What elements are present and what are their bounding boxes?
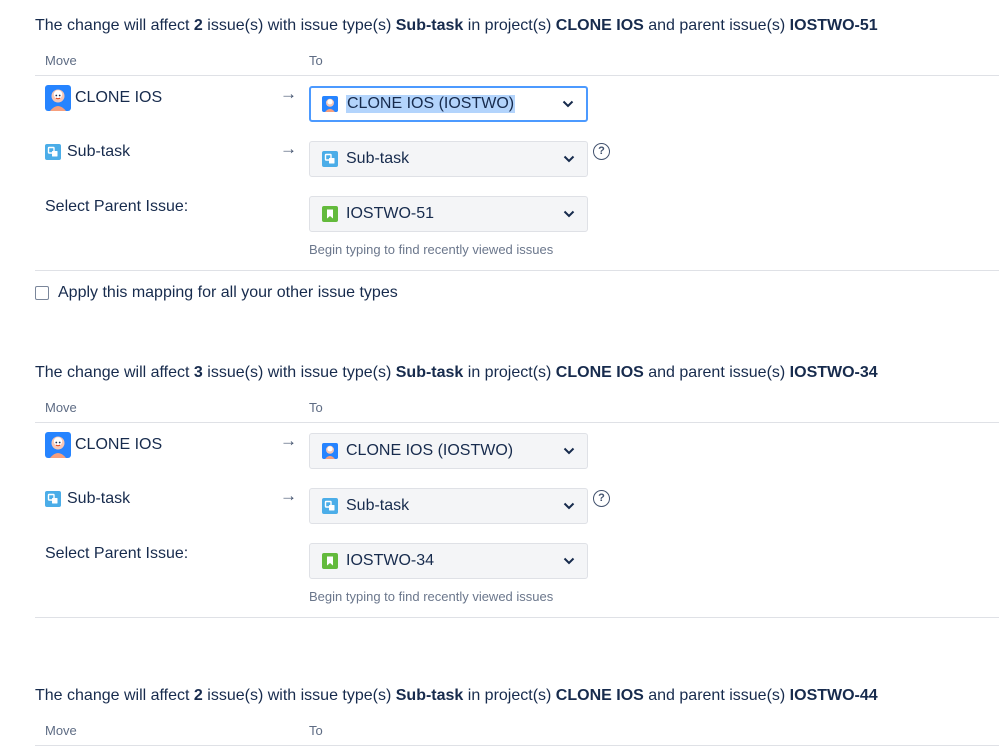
select-parent-label: Select Parent Issue: [45, 198, 189, 215]
source-issue-type: Sub-task [45, 143, 130, 161]
heading-text: The change will affect [35, 17, 194, 34]
chevron-down-icon[interactable] [563, 502, 575, 510]
source-project-label: CLONE IOS [75, 89, 163, 106]
section-divider [35, 617, 999, 618]
section-heading: The change will affect 3 issue(s) with i… [35, 364, 878, 382]
project-avatar-icon [322, 96, 338, 112]
arrow-icon: → [280, 431, 297, 450]
subtask-icon [322, 498, 338, 514]
chevron-down-icon[interactable] [562, 100, 574, 108]
heading-text: and parent issue(s) [643, 687, 790, 704]
project-avatar-icon [45, 85, 71, 111]
target-project-value: CLONE IOS (IOSTWO) [346, 95, 516, 113]
heading-text: The change will affect [35, 364, 194, 381]
heading-text: The change will affect [35, 687, 194, 704]
subtask-icon [45, 144, 61, 160]
target-project-value: CLONE IOS (IOSTWO) [346, 442, 514, 459]
heading-text: issue(s) with issue type(s) [202, 17, 396, 34]
chevron-down-icon[interactable] [563, 447, 575, 455]
apply-mapping-checkbox[interactable] [35, 286, 49, 300]
issue-type-name: Sub-task [395, 17, 464, 34]
heading-text: and parent issue(s) [643, 17, 790, 34]
target-issue-type-select[interactable]: Sub-task [309, 141, 588, 177]
issue-count: 3 [193, 364, 203, 381]
parent-issue-value: IOSTWO-34 [346, 552, 435, 569]
header-divider [35, 745, 999, 746]
project-name: CLONE IOS [555, 17, 644, 34]
source-issue-type-label: Sub-task [67, 490, 131, 507]
arrow-icon: → [280, 84, 297, 103]
chevron-down-icon[interactable] [563, 210, 575, 218]
section-heading: The change will affect 2 issue(s) with i… [35, 687, 878, 705]
parent-issue-key: IOSTWO-51 [789, 17, 878, 34]
arrow-icon: → [280, 139, 297, 158]
parent-issue-hint: Begin typing to find recently viewed iss… [309, 589, 554, 604]
section-divider [35, 270, 999, 271]
source-issue-type-label: Sub-task [67, 143, 131, 160]
column-header-move: Move [45, 400, 77, 415]
parent-issue-key: IOSTWO-34 [789, 364, 878, 381]
source-project-label: CLONE IOS [75, 436, 163, 453]
help-icon[interactable]: ? [593, 143, 610, 160]
source-project: CLONE IOS [45, 432, 162, 458]
heading-text: issue(s) with issue type(s) [202, 687, 396, 704]
column-header-to: To [309, 400, 323, 415]
arrow-icon: → [280, 486, 297, 505]
target-issue-type-value: Sub-task [346, 150, 410, 167]
parent-issue-select[interactable]: IOSTWO-34 [309, 543, 588, 579]
subtask-icon [322, 151, 338, 167]
chevron-down-icon[interactable] [563, 557, 575, 565]
target-issue-type-value: Sub-task [346, 497, 410, 514]
section-heading: The change will affect 2 issue(s) with i… [35, 17, 878, 35]
heading-text: in project(s) [463, 17, 556, 34]
column-header-move: Move [45, 723, 77, 738]
apply-mapping-label[interactable]: Apply this mapping for all your other is… [58, 284, 398, 302]
source-issue-type: Sub-task [45, 490, 130, 508]
column-header-to: To [309, 723, 323, 738]
issue-type-name: Sub-task [395, 687, 464, 704]
header-divider [35, 75, 999, 76]
source-project: CLONE IOS [45, 85, 162, 111]
chevron-down-icon[interactable] [563, 155, 575, 163]
project-avatar-icon [45, 432, 71, 458]
heading-text: in project(s) [463, 687, 556, 704]
project-avatar-icon [322, 443, 338, 459]
parent-issue-value: IOSTWO-51 [346, 205, 435, 222]
help-icon[interactable]: ? [593, 490, 610, 507]
target-issue-type-select[interactable]: Sub-task [309, 488, 588, 524]
column-header-to: To [309, 53, 323, 68]
heading-text: and parent issue(s) [643, 364, 790, 381]
target-project-select[interactable]: CLONE IOS (IOSTWO) [309, 86, 588, 122]
issue-count: 2 [193, 687, 203, 704]
subtask-icon [45, 491, 61, 507]
select-parent-label: Select Parent Issue: [45, 545, 189, 562]
header-divider [35, 422, 999, 423]
parent-issue-key: IOSTWO-44 [789, 687, 878, 704]
parent-issue-select[interactable]: IOSTWO-51 [309, 196, 588, 232]
issue-type-name: Sub-task [395, 364, 464, 381]
heading-text: in project(s) [463, 364, 556, 381]
apply-mapping-row[interactable]: Apply this mapping for all your other is… [35, 284, 398, 302]
parent-issue-hint: Begin typing to find recently viewed iss… [309, 242, 554, 257]
project-name: CLONE IOS [555, 364, 644, 381]
story-icon [322, 553, 338, 569]
story-icon [322, 206, 338, 222]
target-project-select[interactable]: CLONE IOS (IOSTWO) [309, 433, 588, 469]
heading-text: issue(s) with issue type(s) [202, 364, 396, 381]
column-header-move: Move [45, 53, 77, 68]
issue-count: 2 [193, 17, 203, 34]
project-name: CLONE IOS [555, 687, 644, 704]
